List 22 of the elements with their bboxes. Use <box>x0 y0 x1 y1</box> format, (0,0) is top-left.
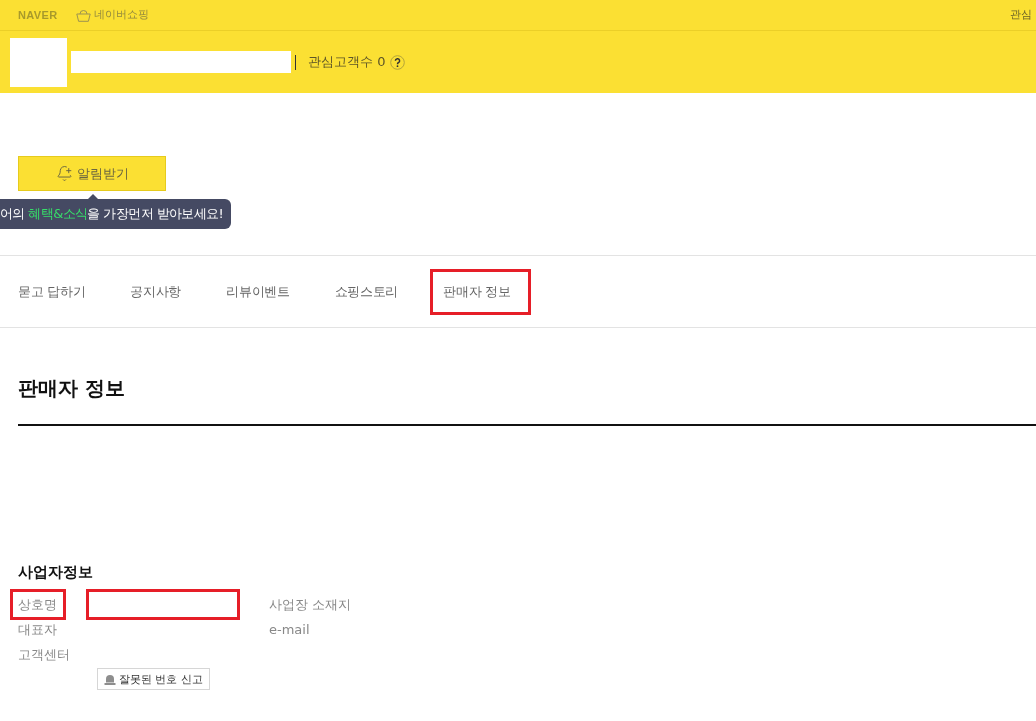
tab[interactable]: 묻고 답하기 <box>18 283 86 300</box>
section-title: 판매자 정보 <box>18 376 125 400</box>
tab[interactable]: 공지사항 <box>130 283 182 300</box>
field-label: 대표자 <box>18 621 57 638</box>
tab[interactable]: 쇼핑스토리 <box>334 283 399 300</box>
basket-icon <box>75 8 91 22</box>
help-icon[interactable] <box>390 54 406 70</box>
field-label: 고객센터 <box>18 646 70 663</box>
tab[interactable]: 판매자 정보 <box>443 283 511 300</box>
tab[interactable]: 리뷰이벤트 <box>226 283 290 300</box>
top-link[interactable]: 관심 <box>1010 8 1032 22</box>
logo-placeholder <box>10 37 67 87</box>
field-label: 사업장 소재지 <box>269 596 352 613</box>
field-label: e-mail <box>269 621 310 638</box>
siren-icon <box>104 673 116 685</box>
notify-button[interactable]: 알림받기 <box>18 156 166 191</box>
follower-count: 관심고객수 0 <box>308 54 386 70</box>
bell-plus-icon <box>55 165 73 182</box>
field-label: 상호명 <box>18 596 57 613</box>
report-button[interactable]: 잘못된 번호 신고 <box>97 668 210 690</box>
tooltip-text: 어의 혜택&소식을 가장먼저 받아보세요! <box>0 206 224 222</box>
info-title: 사업자정보 <box>18 562 93 582</box>
